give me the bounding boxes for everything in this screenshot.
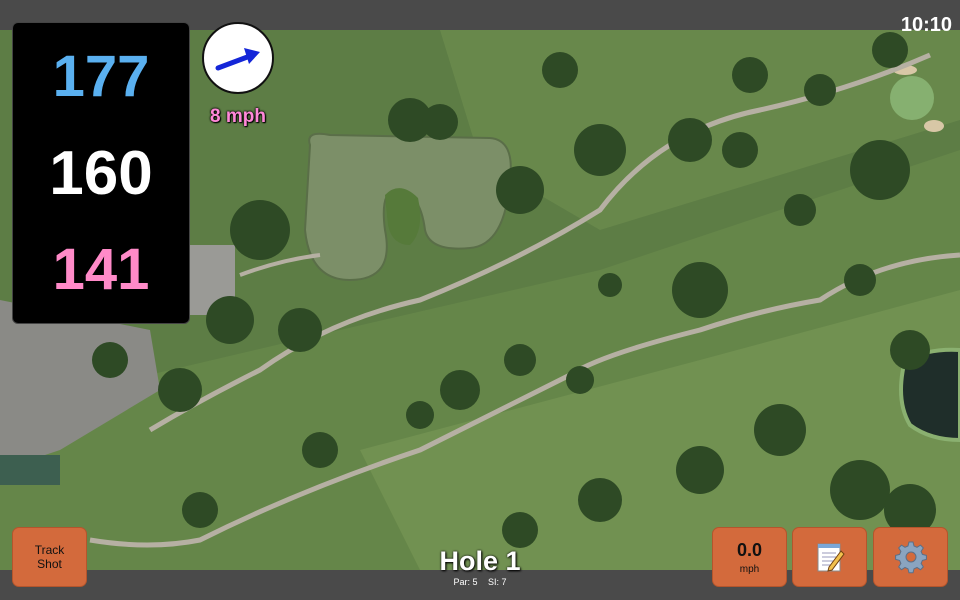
track-shot-button[interactable]: Track Shot bbox=[12, 527, 87, 587]
wind-speed: 8 mph bbox=[210, 106, 266, 127]
speed-value: 0.0 bbox=[736, 539, 763, 560]
distance-middle: 160 bbox=[49, 139, 153, 208]
speed-button[interactable]: 0.0 mph bbox=[712, 527, 787, 587]
hole-meta: Par: 5 SI: 7 bbox=[380, 577, 580, 587]
hole-title: Hole 1 bbox=[439, 546, 521, 576]
distance-panel: 177 160 141 bbox=[12, 22, 190, 324]
notepad-icon bbox=[817, 543, 845, 572]
distance-front: 141 bbox=[52, 237, 150, 302]
wind-arrow-icon bbox=[215, 48, 260, 71]
hole-par: Par: 5 bbox=[453, 577, 478, 587]
wind-direction-dial bbox=[202, 22, 274, 94]
speed-unit: mph bbox=[739, 563, 760, 575]
track-shot-label-line1: Track bbox=[34, 543, 65, 557]
gear-icon bbox=[894, 541, 927, 574]
clock: 10:10 bbox=[900, 14, 952, 36]
settings-button[interactable] bbox=[873, 527, 948, 587]
hole-stroke-index: SI: 7 bbox=[488, 577, 507, 587]
track-shot-label-line2: Shot bbox=[37, 557, 62, 571]
distance-back: 177 bbox=[52, 44, 150, 109]
notes-button[interactable] bbox=[792, 527, 867, 587]
